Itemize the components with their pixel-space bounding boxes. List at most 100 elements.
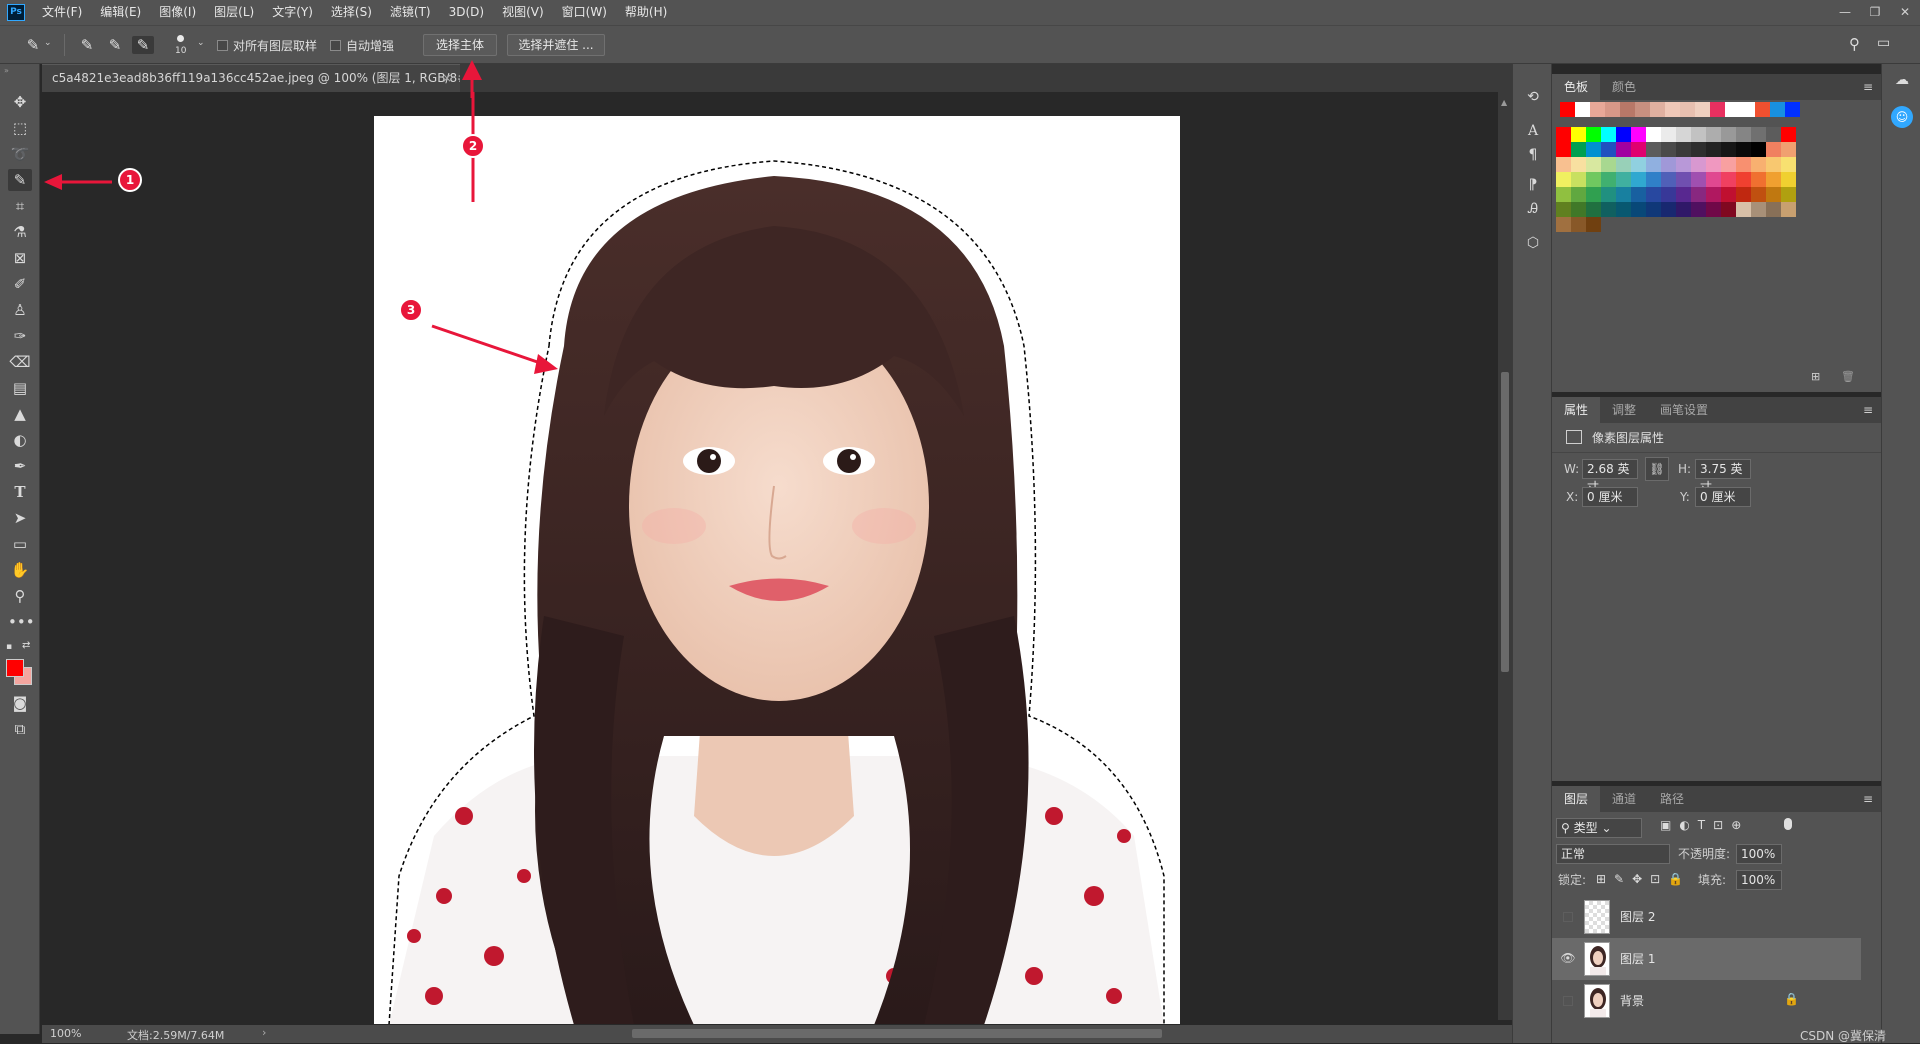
visibility-eye-icon[interactable]: 👁 (1560, 951, 1576, 967)
document-tab[interactable]: c5a4821e3ead8b36ff119a136cc452ae.jpeg @ … (42, 64, 460, 92)
color-swatch[interactable] (1586, 157, 1601, 172)
color-swatch[interactable] (1751, 142, 1766, 157)
color-swatch[interactable] (1766, 202, 1781, 217)
brush-tool-icon[interactable]: ✐ (8, 273, 32, 295)
new-selection-brush-icon[interactable]: ✎ (76, 36, 98, 54)
color-swatch[interactable] (1751, 157, 1766, 172)
color-swatch[interactable] (1586, 127, 1601, 142)
color-swatch[interactable] (1601, 157, 1616, 172)
quick-mask-icon[interactable]: ◙ (8, 692, 32, 714)
menu-3d[interactable]: 3D(D) (440, 0, 493, 25)
eyedropper-tool-icon[interactable]: ⚗ (8, 221, 32, 243)
color-swatch[interactable] (1661, 172, 1676, 187)
color-swatch[interactable] (1586, 172, 1601, 187)
recent-swatch[interactable] (1755, 102, 1770, 117)
clone-stamp-tool-icon[interactable]: ♙ (8, 299, 32, 321)
color-swatch[interactable] (1706, 157, 1721, 172)
color-swatch[interactable] (1586, 217, 1601, 232)
lasso-tool-icon[interactable]: ➰ (8, 143, 32, 165)
color-swatch[interactable] (1601, 142, 1616, 157)
color-swatch[interactable] (1766, 187, 1781, 202)
color-swatch[interactable] (1781, 127, 1796, 142)
character-styles-icon[interactable]: Ꭿ (1521, 198, 1545, 220)
color-swatch[interactable] (1646, 172, 1661, 187)
paragraph-styles-icon[interactable]: ⁋ (1521, 174, 1545, 196)
recent-swatch[interactable] (1635, 102, 1650, 117)
color-swatch[interactable] (1646, 187, 1661, 202)
paragraph-panel-icon[interactable]: ¶ (1521, 144, 1545, 166)
recent-swatch[interactable] (1770, 102, 1785, 117)
fill-field[interactable]: 100% (1736, 870, 1782, 890)
color-swatch[interactable] (1736, 187, 1751, 202)
x-field[interactable]: 0 厘米 (1582, 487, 1638, 507)
color-swatch[interactable] (1736, 157, 1751, 172)
color-swatch[interactable] (1721, 172, 1736, 187)
color-swatch[interactable] (1631, 202, 1646, 217)
color-swatch[interactable] (1721, 157, 1736, 172)
color-swatch[interactable] (1691, 172, 1706, 187)
color-swatch[interactable] (1721, 142, 1736, 157)
color-swatch[interactable] (1781, 157, 1796, 172)
menu-file[interactable]: 文件(F) (33, 0, 91, 25)
frame-tool-icon[interactable]: ⊠ (8, 247, 32, 269)
move-tool-icon[interactable]: ✥ (8, 91, 32, 113)
recent-swatch[interactable] (1680, 102, 1695, 117)
tool-preset-picker-icon[interactable]: ✎ (22, 36, 44, 54)
menu-help[interactable]: 帮助(H) (616, 0, 676, 25)
default-colors-icon[interactable]: ▪ (6, 642, 12, 652)
layer-row[interactable]: 背景 🔒 (1552, 980, 1861, 1022)
search-icon[interactable]: ⚲ (1849, 35, 1860, 53)
3d-panel-icon[interactable]: ⬡ (1521, 232, 1545, 254)
subtract-from-selection-brush-icon[interactable]: ✎ (132, 36, 154, 54)
blend-mode-select[interactable]: 正常 (1556, 844, 1670, 864)
close-tab-icon[interactable]: × (442, 65, 452, 91)
foreground-color-swatch[interactable] (6, 659, 24, 677)
new-swatch-icon[interactable]: ⊞ (1811, 370, 1820, 383)
menu-type[interactable]: 文字(Y) (263, 0, 322, 25)
color-swatch[interactable] (1721, 187, 1736, 202)
menu-image[interactable]: 图像(I) (150, 0, 205, 25)
recent-swatch[interactable] (1665, 102, 1680, 117)
dodge-tool-icon[interactable]: ◐ (8, 429, 32, 451)
color-swatch[interactable] (1751, 187, 1766, 202)
color-swatch[interactable] (1766, 172, 1781, 187)
assistant-icon[interactable]: ☺ (1891, 106, 1913, 128)
tab-properties[interactable]: 属性 (1552, 397, 1601, 423)
color-swatch[interactable] (1571, 142, 1586, 157)
color-swatch[interactable] (1601, 127, 1616, 142)
color-swatch[interactable] (1736, 172, 1751, 187)
select-and-mask-button[interactable]: 选择并遮住 ... (507, 34, 605, 56)
color-swatch[interactable] (1781, 202, 1796, 217)
tab-channels[interactable]: 通道 (1600, 786, 1648, 812)
panel-menu-icon[interactable]: ≡ (1863, 792, 1873, 806)
recent-swatch[interactable] (1650, 102, 1665, 117)
auto-enhance-checkbox[interactable]: 自动增强 (330, 37, 394, 54)
layer-name[interactable]: 图层 1 (1620, 950, 1655, 967)
marquee-tool-icon[interactable]: ⬚ (8, 117, 32, 139)
horizontal-scroll-thumb[interactable] (632, 1029, 1162, 1038)
color-swatch[interactable] (1616, 202, 1631, 217)
color-swatch[interactable] (1676, 157, 1691, 172)
color-swatch[interactable] (1706, 202, 1721, 217)
recent-swatch[interactable] (1605, 102, 1620, 117)
color-swatch[interactable] (1736, 202, 1751, 217)
color-swatch[interactable] (1556, 127, 1571, 142)
color-swatch[interactable] (1571, 172, 1586, 187)
cloud-icon[interactable]: ☁ (1890, 72, 1914, 92)
color-swatch[interactable] (1556, 142, 1571, 157)
menu-view[interactable]: 视图(V) (493, 0, 553, 25)
color-swatch[interactable] (1781, 172, 1796, 187)
color-swatch[interactable] (1571, 202, 1586, 217)
history-brush-tool-icon[interactable]: ✑ (8, 325, 32, 347)
color-swatch[interactable] (1751, 172, 1766, 187)
layer-filter-select[interactable]: ⚲ 类型 ⌄ (1556, 818, 1642, 838)
vertical-scroll-thumb[interactable] (1501, 372, 1509, 672)
recent-swatch[interactable] (1560, 102, 1575, 117)
eraser-tool-icon[interactable]: ⌫ (8, 351, 32, 373)
blur-tool-icon[interactable]: ▲ (8, 403, 32, 425)
color-swatch[interactable] (1691, 202, 1706, 217)
color-swatch[interactable] (1781, 187, 1796, 202)
link-icon[interactable]: ⛓ (1645, 457, 1669, 481)
color-swatch[interactable] (1586, 187, 1601, 202)
hand-tool-icon[interactable]: ✋ (8, 559, 32, 581)
